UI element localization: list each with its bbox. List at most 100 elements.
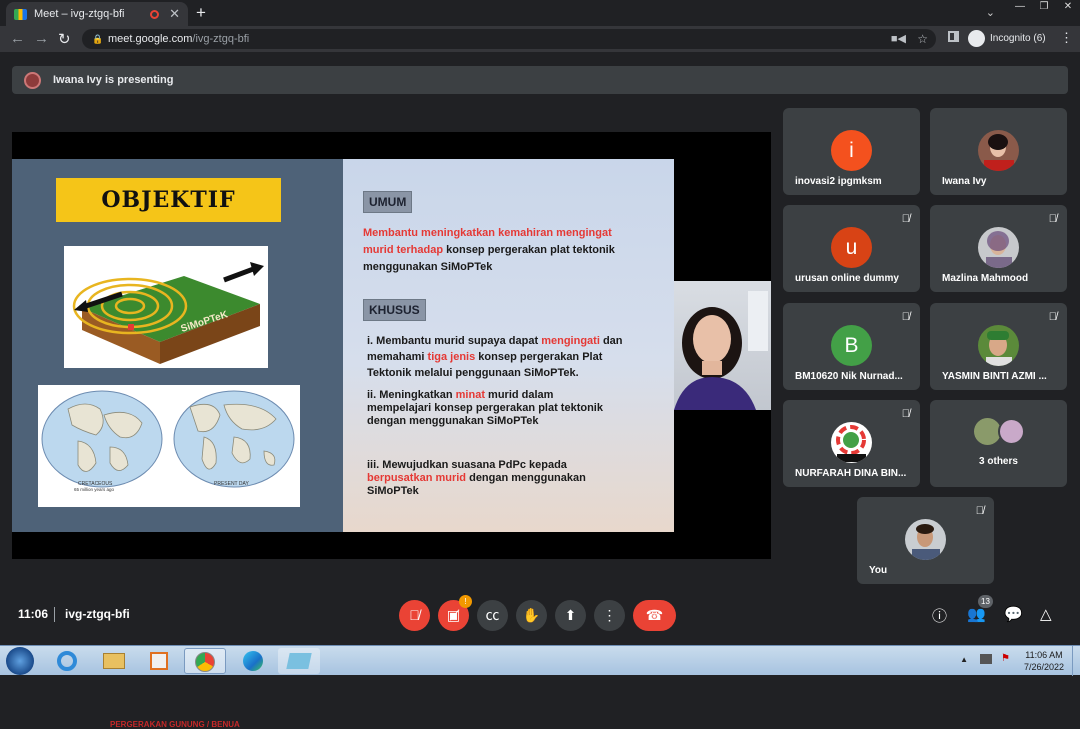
slide-right-panel: UMUM Membantu meningkatkan kemahiran men… <box>343 159 674 532</box>
chat-icon[interactable]: 💬 <box>1004 605 1023 623</box>
browser-toolbar: ← → ↻ 🔒 meet.google.com/ivg-ztgq-bfi ■◀ … <box>0 26 1080 52</box>
edge-taskbar-icon[interactable] <box>232 648 274 674</box>
participant-name: Iwana Ivy <box>942 176 987 187</box>
mic-off-icon: 🎙̸ <box>901 408 910 420</box>
mic-toggle-button[interactable]: 🎙̸ <box>399 600 430 631</box>
point-2: ii. Meningkatkan minat murid dalam mempe… <box>367 389 617 428</box>
url-path: /ivg-ztgq-bfi <box>192 33 250 45</box>
khusus-header: KHUSUS <box>363 299 426 321</box>
bookmark-star-icon[interactable]: ☆ <box>917 29 928 49</box>
camera-warning-badge: ! <box>459 595 472 608</box>
mic-off-icon: 🎙̸ <box>975 505 984 517</box>
present-now-button[interactable]: ⬆ <box>555 600 586 631</box>
point-3: iii. Mewujudkan suasana PdPc kepada berp… <box>367 459 627 498</box>
raise-hand-button[interactable]: ✋ <box>516 600 547 631</box>
shared-slide: OBJEKTIF SiMoPTeK CRETACEOUS 65 million … <box>12 159 674 729</box>
lock-icon: 🔒 <box>92 34 104 44</box>
camera-in-use-icon[interactable]: ■◀ <box>891 29 906 49</box>
others-tile[interactable]: 3 others <box>930 400 1067 487</box>
map-right-label: PRESENT DAY <box>214 481 249 487</box>
url-host: meet.google.com <box>108 33 193 45</box>
participant-photo <box>978 227 1019 268</box>
system-tray-clock[interactable]: 11:06 AM 7/26/2022 <box>1024 649 1064 673</box>
point-1-red-2: tiga jenis <box>427 351 476 363</box>
presenting-banner: Iwana Ivy is presenting <box>12 66 1068 94</box>
forward-button[interactable]: → <box>34 30 49 47</box>
participant-tile[interactable]: 🎙̸ Mazlina Mahmood <box>930 205 1067 292</box>
participant-name: inovasi2 ipgmksm <box>795 176 882 187</box>
tray-date: 7/26/2022 <box>1023 662 1064 672</box>
self-photo <box>905 519 946 560</box>
tectonic-block-diagram: SiMoPTeK <box>64 246 268 368</box>
explorer-taskbar-icon[interactable] <box>93 648 135 674</box>
meeting-details-icon[interactable]: ⓘ <box>932 605 947 626</box>
leave-call-button[interactable]: ☎ <box>633 600 676 631</box>
participant-tile[interactable]: 🎙̸ u urusan online dummy <box>783 205 920 292</box>
self-name: You <box>869 565 888 576</box>
back-button[interactable]: ← <box>10 30 25 47</box>
chrome-taskbar-icon[interactable] <box>184 648 226 674</box>
browser-menu-icon[interactable]: ⋮ <box>1060 30 1073 46</box>
side-panel-icon[interactable] <box>948 31 959 42</box>
restore-button[interactable]: ❐ <box>1032 0 1056 15</box>
incognito-icon <box>968 30 985 47</box>
participant-tile[interactable]: 🎙̸ NURFARAH DINA BIN... <box>783 400 920 487</box>
presenter-camera-feed <box>674 281 771 410</box>
flag-icon[interactable]: ⚑ <box>1001 653 1010 664</box>
tray-expand-icon[interactable]: ▲ <box>960 655 968 664</box>
map-left-sub: 65 million years ago <box>74 487 115 492</box>
camera-toggle-button[interactable]: ▣̸ ! <box>438 595 472 631</box>
participant-name: urusan online dummy <box>795 273 899 284</box>
minimize-button[interactable]: — <box>1008 0 1032 15</box>
participant-tile[interactable]: 🎙̸ B BM10620 Nik Nurnad... <box>783 303 920 390</box>
browser-tab[interactable]: Meet – ivg-ztgq-bfi ✕ <box>6 2 188 26</box>
slide-left-panel: OBJEKTIF SiMoPTeK CRETACEOUS 65 million … <box>12 159 343 729</box>
participant-avatar: B <box>831 325 872 366</box>
umum-header: UMUM <box>363 191 413 213</box>
point-1-a: i. Membantu murid supaya dapat <box>367 335 539 347</box>
tab-search-icon[interactable]: ⌄ <box>986 6 995 19</box>
recording-icon <box>150 9 160 19</box>
presenter-avatar <box>24 71 41 89</box>
participant-avatar: i <box>831 130 872 171</box>
new-tab-button[interactable]: + <box>196 3 206 23</box>
continent-maps: CRETACEOUS 65 million years ago PRESENT … <box>38 385 300 729</box>
captions-button[interactable]: ㏄ <box>477 600 508 631</box>
meet-favicon-icon <box>14 8 27 20</box>
browser-tab-bar: Meet – ivg-ztgq-bfi ✕ + ⌄ — ❐ ✕ <box>0 0 1080 26</box>
address-bar[interactable]: 🔒 meet.google.com/ivg-ztgq-bfi ■◀ ☆ <box>82 29 936 49</box>
reload-button[interactable]: ↻ <box>58 30 71 48</box>
tray-time: 11:06 AM <box>1025 650 1063 660</box>
self-tile[interactable]: 🎙̸ You <box>857 497 994 584</box>
media-player-taskbar-icon[interactable] <box>138 648 180 674</box>
presenting-text: Iwana Ivy is presenting <box>53 74 174 86</box>
participant-tile[interactable]: Iwana Ivy <box>930 108 1067 195</box>
other-participant-avatar <box>974 418 1001 445</box>
participant-name: BM10620 Nik Nurnad... <box>795 371 903 382</box>
participant-name: NURFARAH DINA BIN... <box>795 468 907 479</box>
participant-tile[interactable]: i inovasi2 ipgmksm <box>783 108 920 195</box>
window-controls: — ❐ ✕ <box>1008 0 1080 16</box>
point-1-red-1: mengingati <box>541 335 600 347</box>
show-desktop-button[interactable] <box>1072 646 1080 676</box>
ie-taskbar-icon[interactable] <box>46 648 88 674</box>
network-icon[interactable] <box>980 654 992 664</box>
start-button[interactable] <box>6 647 34 675</box>
app-taskbar-icon[interactable] <box>278 648 320 674</box>
incognito-profile[interactable]: Incognito (6) <box>968 30 1046 47</box>
umum-text: Membantu meningkatkan kemahiran menginga… <box>363 225 623 276</box>
more-options-button[interactable]: ⋮ <box>594 600 625 631</box>
participant-photo <box>978 325 1019 366</box>
map-caption: PERGERAKAN GUNUNG / BENUA <box>110 720 240 729</box>
participant-tile[interactable]: 🎙̸ YASMIN BINTI AZMI ... <box>930 303 1067 390</box>
mic-off-icon: 🎙̸ <box>901 311 910 323</box>
other-participant-avatar <box>998 418 1025 445</box>
point-3-a: iii. Mewujudkan suasana PdPc kepada <box>367 459 567 471</box>
meeting-control-bar: 11:06 ivg-ztgq-bfi 🎙̸ ▣̸ ! ㏄ ✋ ⬆ ⋮ ☎ ⓘ 👥… <box>0 595 1080 645</box>
activities-icon[interactable]: △ <box>1040 605 1052 623</box>
participant-name: YASMIN BINTI AZMI ... <box>942 371 1047 382</box>
people-count-badge: 13 <box>978 595 993 608</box>
close-tab-icon[interactable]: ✕ <box>169 6 180 22</box>
mic-off-icon: 🎙̸ <box>1048 213 1057 225</box>
close-window-button[interactable]: ✕ <box>1056 0 1080 15</box>
